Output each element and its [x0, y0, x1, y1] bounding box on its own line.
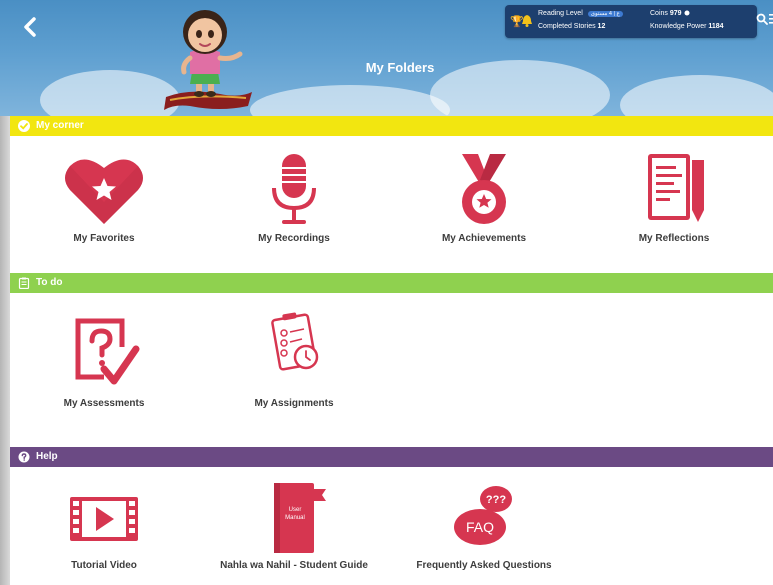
- section-title: To do: [36, 277, 63, 288]
- notebook-pencil-icon: [648, 154, 704, 222]
- my-achievements-tile[interactable]: My Achievements: [409, 154, 559, 245]
- knowledge-power-stat: Knowledge Power 1184: [650, 23, 724, 30]
- section-help-header: Help: [10, 447, 773, 467]
- left-shadow-edge: [0, 116, 10, 585]
- faq-brain-icon: ??? FAQ: [454, 486, 512, 545]
- user-stats-panel: 🏆 Reading Level ع | 4 مستوى Completed St…: [505, 5, 757, 38]
- tile-label: My Achievements: [441, 233, 527, 244]
- heart-star-icon: [65, 159, 143, 224]
- clipboard-clock-icon: [271, 312, 319, 371]
- section-my-corner-body: My Favorites My Recordings My Achievemen…: [10, 136, 773, 273]
- svg-text:FAQ: FAQ: [466, 519, 494, 535]
- tile-label: My Favorites: [73, 233, 135, 244]
- top-header: My Folders 🏆 Reading Level ع | 4 مستوى C…: [0, 0, 773, 116]
- microphone-icon: [272, 154, 316, 224]
- my-assessments-tile[interactable]: My Assessments: [29, 317, 179, 410]
- student-guide-tile[interactable]: User Manual Nahla wa Nahil - Student Gui…: [219, 483, 369, 572]
- tile-label: Tutorial Video: [71, 560, 137, 571]
- tile-label: My Assignments: [254, 398, 334, 409]
- svg-text:User: User: [289, 507, 302, 513]
- coin-icon: [684, 10, 689, 16]
- section-to-do-header: To do: [10, 273, 773, 293]
- back-arrow-icon[interactable]: [18, 14, 44, 40]
- section-my-corner-header: My corner: [10, 116, 773, 136]
- reading-level-stat: Reading Level ع | 4 مستوى: [538, 10, 623, 17]
- question-check-icon: [75, 318, 140, 385]
- menu-icon[interactable]: [769, 14, 773, 24]
- section-to-do-body: My Assessments My Assignments: [10, 293, 773, 447]
- tile-label: Frequently Asked Questions: [416, 560, 552, 571]
- my-reflections-tile[interactable]: My Reflections: [599, 154, 749, 245]
- my-assignments-tile[interactable]: My Assignments: [219, 307, 369, 410]
- section-title: Help: [36, 451, 58, 462]
- search-icon[interactable]: [756, 13, 768, 25]
- svg-text:Manual: Manual: [285, 515, 305, 521]
- mascot-girl-on-carpet-image: [164, 10, 252, 110]
- section-help-body: Tutorial Video User Manual Nahla wa Nahi…: [10, 467, 773, 585]
- tile-label: Nahla wa Nahil - Student Guide: [220, 560, 368, 571]
- tile-label: My Recordings: [258, 233, 330, 244]
- video-film-icon: [70, 497, 138, 541]
- faq-tile[interactable]: ??? FAQ Frequently Asked Questions: [409, 483, 559, 572]
- svg-text:???: ???: [486, 494, 506, 506]
- clipboard-icon: [18, 277, 30, 289]
- check-circle-icon: [18, 120, 30, 132]
- page-title: My Folders: [365, 60, 435, 75]
- medal-icon: [462, 154, 506, 224]
- reading-level-badge: ع | 4 مستوى: [587, 11, 623, 17]
- completed-stories-stat: Completed Stories 12: [538, 23, 606, 30]
- my-favorites-tile[interactable]: My Favorites: [29, 154, 179, 245]
- cloud-decoration: [250, 85, 450, 116]
- bell-icon: [522, 15, 532, 27]
- tile-label: My Reflections: [638, 233, 710, 244]
- tutorial-video-tile[interactable]: Tutorial Video: [29, 483, 179, 572]
- help-question-icon: [18, 451, 30, 463]
- user-manual-book-icon: User Manual: [274, 483, 326, 553]
- cloud-decoration: [40, 70, 180, 116]
- tile-label: My Assessments: [63, 398, 145, 409]
- section-title: My corner: [36, 120, 84, 131]
- cloud-decoration: [620, 75, 773, 116]
- coins-stat: Coins 979: [650, 10, 690, 17]
- my-recordings-tile[interactable]: My Recordings: [219, 154, 369, 245]
